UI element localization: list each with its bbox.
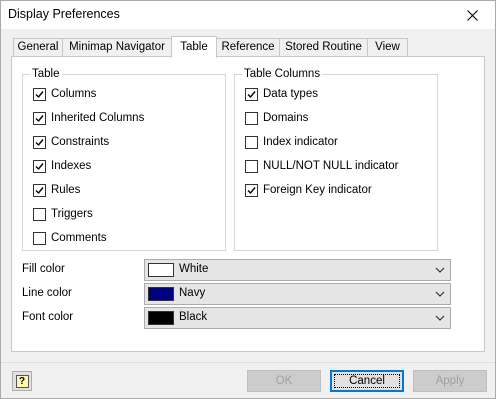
- checkbox-label: Constraints: [51, 136, 110, 148]
- table-columns-group-legend: Table Columns: [242, 67, 323, 81]
- fill-color-dropdown[interactable]: White: [144, 259, 451, 281]
- line-color-dropdown[interactable]: Navy: [144, 283, 451, 305]
- line-color-value: Navy: [179, 287, 206, 299]
- table-group-legend: Table: [30, 67, 62, 81]
- checkbox-constraints[interactable]: Constraints: [33, 134, 109, 150]
- checkbox-box[interactable]: [33, 159, 46, 173]
- checkbox-box[interactable]: [33, 111, 46, 125]
- checkbox-label: Foreign Key indicator: [263, 184, 372, 196]
- checkbox-box[interactable]: [245, 87, 258, 101]
- help-button[interactable]: ?: [12, 371, 32, 391]
- checkbox-box[interactable]: [33, 207, 46, 221]
- check-icon: [35, 90, 44, 98]
- fill-color-swatch: [148, 263, 174, 277]
- checkbox-null-indicator[interactable]: NULL/NOT NULL indicator: [245, 158, 399, 174]
- fill-color-value: White: [179, 263, 209, 275]
- checkbox-label: NULL/NOT NULL indicator: [263, 160, 399, 172]
- checkbox-label: Indexes: [51, 160, 92, 172]
- font-color-dropdown[interactable]: Black: [144, 307, 451, 329]
- checkbox-indexes[interactable]: Indexes: [33, 158, 91, 174]
- checkbox-box[interactable]: [33, 135, 46, 149]
- checkbox-label: Columns: [51, 88, 97, 100]
- table-tab-panel: Table Columns Inherited Columns Constrai…: [11, 56, 485, 352]
- check-icon: [35, 162, 44, 170]
- check-icon: [35, 114, 44, 122]
- checkbox-box[interactable]: [33, 231, 46, 245]
- check-icon: [247, 186, 256, 194]
- title-bar: Display Preferences: [1, 1, 495, 29]
- checkbox-data-types[interactable]: Data types: [245, 86, 318, 102]
- checkbox-domains[interactable]: Domains: [245, 110, 308, 126]
- line-color-label: Line color: [22, 287, 72, 299]
- display-preferences-dialog: Display Preferences General Minimap Navi…: [0, 0, 496, 399]
- checkbox-columns[interactable]: Columns: [33, 86, 96, 102]
- checkbox-box[interactable]: [245, 135, 258, 149]
- checkbox-inherited-columns[interactable]: Inherited Columns: [33, 110, 144, 126]
- checkbox-label: Index indicator: [263, 136, 338, 148]
- checkbox-triggers[interactable]: Triggers: [33, 206, 93, 222]
- checkbox-comments[interactable]: Comments: [33, 230, 107, 246]
- chevron-down-icon: [435, 267, 445, 273]
- checkbox-label: Triggers: [51, 208, 93, 220]
- font-color-swatch: [148, 311, 174, 325]
- checkbox-label: Comments: [51, 232, 107, 244]
- tab-table[interactable]: Table: [171, 36, 217, 58]
- checkbox-label: Inherited Columns: [51, 112, 145, 124]
- tab-minimap-navigator[interactable]: Minimap Navigator: [62, 38, 172, 57]
- ok-button[interactable]: OK: [247, 370, 321, 392]
- tab-stored-routine[interactable]: Stored Routine: [279, 38, 368, 57]
- font-color-label: Font color: [22, 311, 74, 323]
- close-icon: [466, 9, 478, 21]
- font-color-value: Black: [179, 311, 208, 323]
- checkbox-index-indicator[interactable]: Index indicator: [245, 134, 338, 150]
- tab-general[interactable]: General: [13, 38, 63, 57]
- help-icon: ?: [15, 374, 29, 388]
- table-columns-groupbox: Table Columns Data types Domains Index i…: [234, 67, 438, 251]
- footer-separator: [1, 362, 495, 363]
- line-color-swatch: [148, 287, 174, 301]
- tab-view[interactable]: View: [367, 38, 408, 57]
- fill-color-label: Fill color: [22, 263, 65, 275]
- check-icon: [35, 138, 44, 146]
- chevron-down-icon: [435, 291, 445, 297]
- checkbox-label: Rules: [51, 184, 81, 196]
- table-groupbox: Table Columns Inherited Columns Constrai…: [22, 67, 226, 251]
- checkbox-label: Data types: [263, 88, 318, 100]
- checkbox-box[interactable]: [245, 183, 258, 197]
- check-icon: [247, 90, 256, 98]
- checkbox-box[interactable]: [33, 87, 46, 101]
- checkbox-box[interactable]: [245, 159, 258, 173]
- checkbox-rules[interactable]: Rules: [33, 182, 80, 198]
- tab-reference[interactable]: Reference: [216, 38, 280, 57]
- checkbox-foreign-key-indicator[interactable]: Foreign Key indicator: [245, 182, 372, 198]
- checkbox-label: Domains: [263, 112, 309, 124]
- window-title: Display Preferences: [8, 7, 120, 21]
- close-button[interactable]: [449, 1, 495, 29]
- checkbox-box[interactable]: [245, 111, 258, 125]
- check-icon: [35, 186, 44, 194]
- checkbox-box[interactable]: [33, 183, 46, 197]
- apply-button[interactable]: Apply: [413, 370, 487, 392]
- chevron-down-icon: [435, 315, 445, 321]
- cancel-button[interactable]: Cancel: [330, 370, 404, 392]
